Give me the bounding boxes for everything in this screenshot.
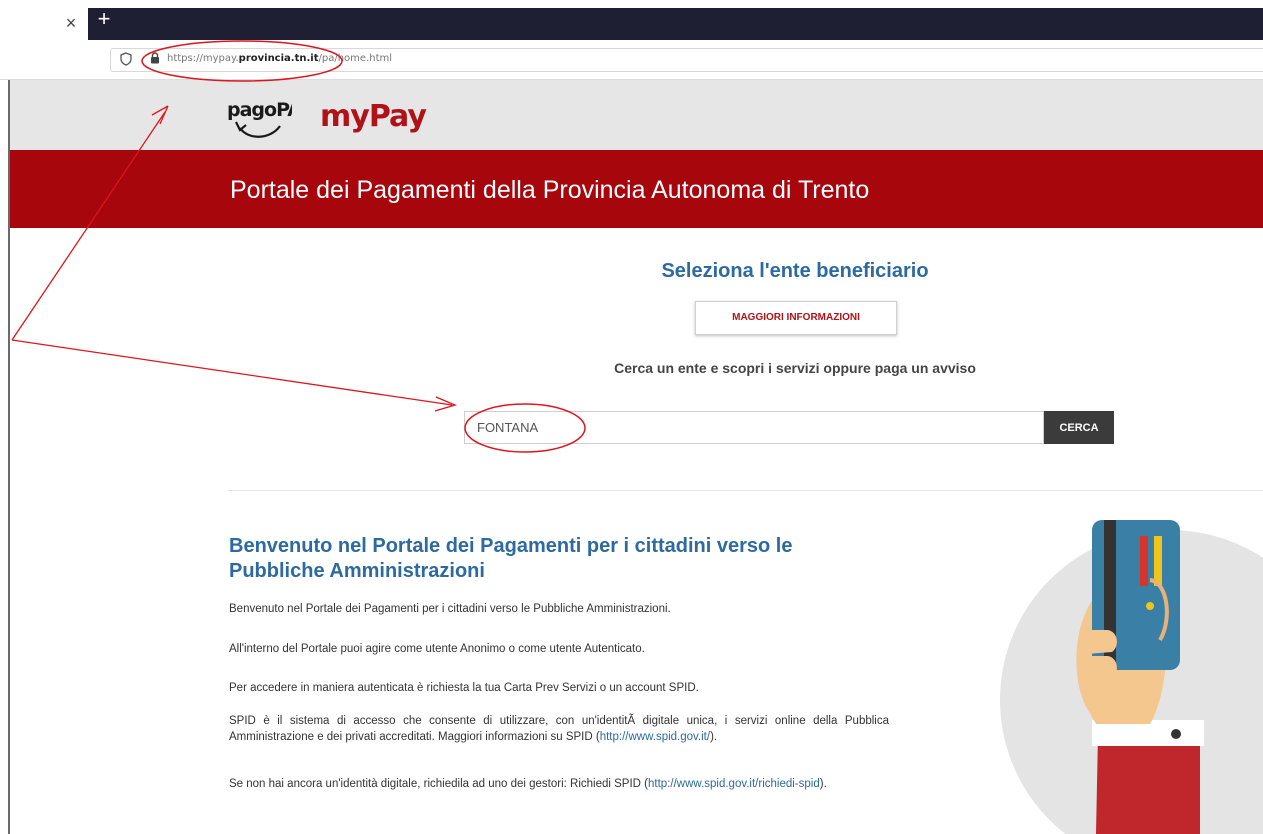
spid-paragraph: SPID è il sistema di accesso che consent… bbox=[229, 713, 889, 745]
select-entity-title: Seleziona l'ente beneficiario bbox=[661, 260, 929, 282]
request-spid-text-end: ). bbox=[819, 778, 827, 790]
section-divider bbox=[228, 490, 1263, 491]
mypay-logo-text: myPay bbox=[320, 99, 427, 134]
tab-strip: × + bbox=[0, 0, 1263, 40]
shield-icon[interactable] bbox=[120, 52, 132, 66]
welcome-paragraph: Benvenuto nel Portale dei Pagamenti per … bbox=[229, 603, 671, 615]
search-input[interactable] bbox=[464, 411, 1044, 444]
url-text[interactable]: https://mypay.provincia.tn.it/pa/home.ht… bbox=[167, 53, 392, 64]
search-hint: Cerca un ente e scopri i servizi oppure … bbox=[614, 360, 976, 376]
request-spid-text: Se non hai ancora un'identità digitale, … bbox=[229, 778, 649, 790]
url-domain: provincia.tn.it bbox=[238, 53, 319, 64]
site-header bbox=[10, 80, 1263, 150]
pagopa-logo-text: pagoPA bbox=[227, 99, 292, 121]
spid-text-end: ). bbox=[710, 731, 718, 743]
mypay-logo[interactable]: myPay bbox=[320, 96, 432, 136]
url-path: /pa/home.html bbox=[318, 53, 393, 64]
more-info-button[interactable]: MAGGIORI INFORMAZIONI bbox=[695, 301, 897, 335]
spid-link[interactable]: http://www.spid.gov.it/ bbox=[600, 731, 710, 743]
pagopa-logo[interactable]: pagoPA bbox=[226, 92, 292, 144]
banner-title: Portale dei Pagamenti della Provincia Au… bbox=[230, 176, 870, 204]
hand-card-illustration bbox=[1000, 520, 1263, 834]
tab-bar-background bbox=[88, 8, 1263, 40]
spid-text: SPID è il sistema di accesso che consent… bbox=[229, 715, 889, 743]
search-button[interactable]: CERCA bbox=[1044, 411, 1114, 444]
welcome-title: Benvenuto nel Portale dei Pagamenti per … bbox=[229, 535, 793, 582]
annotation-arrow-line bbox=[11, 339, 453, 406]
request-spid-paragraph: Se non hai ancora un'identità digitale, … bbox=[229, 776, 889, 792]
new-tab-icon[interactable]: + bbox=[92, 8, 116, 32]
url-prefix: https://mypay. bbox=[167, 53, 239, 64]
lock-icon[interactable] bbox=[150, 52, 160, 64]
auth-paragraph: Per accedere in maniera autenticata è ri… bbox=[229, 682, 699, 694]
annotation-arrow-head bbox=[434, 396, 457, 412]
request-spid-link[interactable]: http://www.spid.gov.it/richiedi-spid bbox=[648, 778, 820, 790]
user-type-paragraph: All'interno del Portale puoi agire come … bbox=[229, 643, 645, 655]
close-tab-icon[interactable]: × bbox=[60, 12, 82, 34]
